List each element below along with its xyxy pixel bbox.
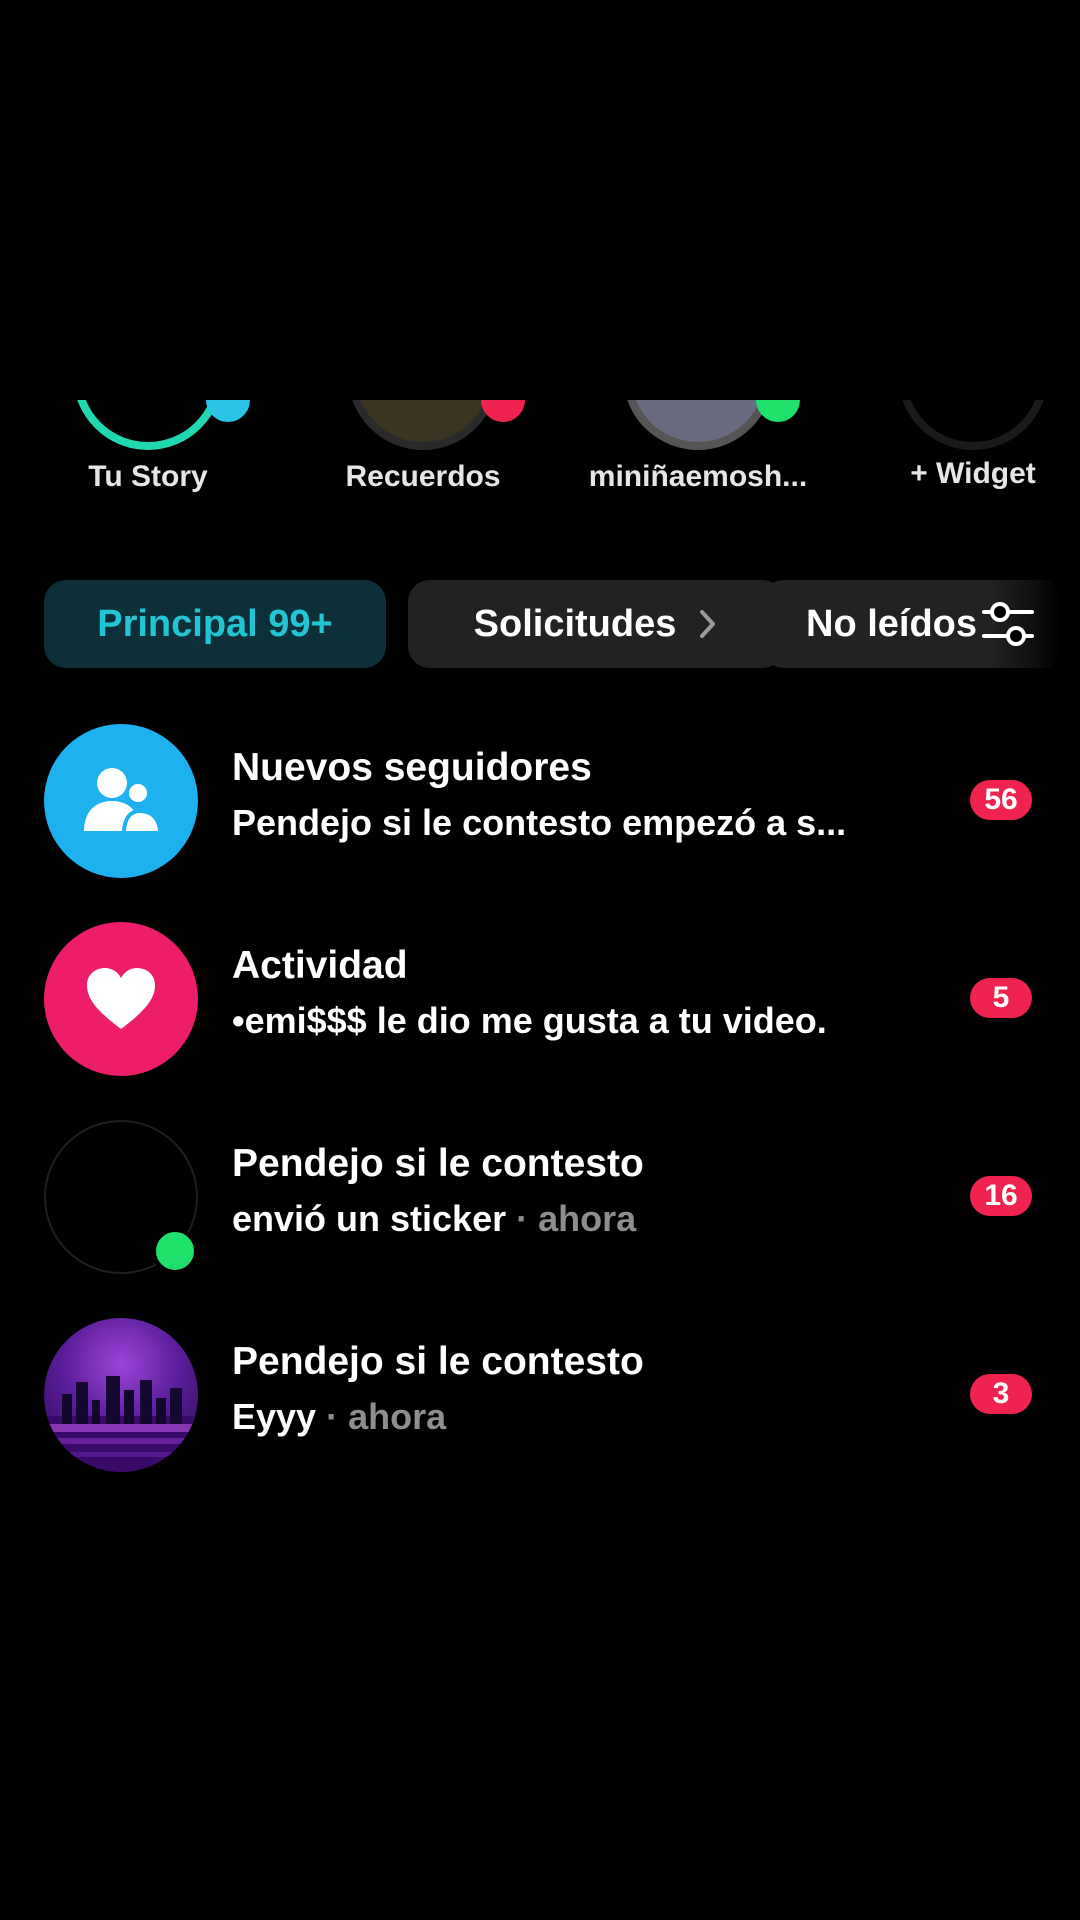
conversation-preview-text: Pendejo si le contesto empezó a s...	[232, 802, 847, 843]
story-label: Recuerdos	[345, 460, 501, 493]
story-ring	[623, 400, 773, 450]
heart-icon	[87, 968, 155, 1029]
chevron-right-icon	[700, 610, 716, 638]
activity-avatar	[44, 922, 198, 1076]
story-label: Tu Story	[88, 460, 208, 493]
unread-count-badge: 5	[970, 978, 1032, 1018]
story-your-story[interactable]: Tu Story	[38, 400, 258, 510]
story-widget[interactable]: + Widget	[863, 400, 1080, 510]
conversation-preview: •emi$$$ le dio me gusta a tu video.	[232, 1000, 827, 1042]
story-notification-dot	[481, 400, 525, 422]
conversation-row-chat[interactable]: Pendejo si le contesto Eyyy · ahora 3	[0, 1318, 1080, 1478]
followers-avatar	[44, 724, 198, 878]
conversation-preview-text: envió un sticker	[232, 1198, 507, 1239]
tab-solicitudes[interactable]: Solicitudes	[408, 580, 784, 668]
conversation-timestamp: · ahora	[316, 1396, 447, 1437]
tab-principal[interactable]: Principal 99+	[44, 580, 386, 668]
conversation-preview: envió un sticker · ahora	[232, 1198, 636, 1240]
conversation-row-activity[interactable]: Actividad •emi$$$ le dio me gusta a tu v…	[0, 922, 1080, 1082]
avatar	[44, 1318, 198, 1472]
stories-row: Tu Story Recuerdos miniñaemosh... + Widg…	[0, 400, 1080, 510]
tab-no-leidos-label: No leídos	[806, 602, 978, 645]
story-add-dot	[206, 400, 250, 422]
conversation-preview-text: •emi$$$ le dio me gusta a tu video.	[232, 1000, 827, 1041]
story-label: miniñaemosh...	[588, 460, 808, 493]
conversation-preview-text: Eyyy	[232, 1396, 317, 1437]
story-recuerdos[interactable]: Recuerdos	[313, 400, 533, 510]
conversation-preview: Eyyy · ahora	[232, 1396, 446, 1438]
tab-solicitudes-label: Solicitudes	[473, 602, 677, 645]
story-online-dot	[756, 400, 800, 422]
conversation-title: Nuevos seguidores	[232, 746, 592, 789]
story-user[interactable]: miniñaemosh...	[588, 400, 808, 510]
story-label: + Widget	[910, 457, 1036, 490]
conversation-row-followers[interactable]: Nuevos seguidores Pendejo si le contesto…	[0, 724, 1080, 884]
story-ring	[898, 400, 1048, 450]
online-status-dot	[152, 1228, 198, 1274]
filter-sliders-icon[interactable]	[980, 596, 1036, 652]
unread-count-badge: 3	[970, 1374, 1032, 1414]
city-skyline-image	[44, 1376, 198, 1472]
conversation-title: Pendejo si le contesto	[232, 1142, 644, 1185]
conversation-title: Actividad	[232, 944, 408, 987]
story-ring	[73, 400, 223, 450]
conversation-timestamp: · ahora	[506, 1198, 637, 1239]
conversation-preview: Pendejo si le contesto empezó a s...	[232, 802, 846, 844]
unread-count-badge: 16	[970, 1176, 1032, 1216]
conversation-row-chat[interactable]: Pendejo si le contesto envió un sticker …	[0, 1120, 1080, 1280]
conversation-title: Pendejo si le contesto	[232, 1340, 644, 1383]
story-ring	[348, 400, 498, 450]
tab-principal-label: Principal 99+	[97, 602, 333, 645]
followers-icon	[84, 768, 163, 835]
inbox-filter-tabs: Principal 99+ Solicitudes No leídos	[44, 580, 1080, 670]
unread-count-badge: 56	[970, 780, 1032, 820]
